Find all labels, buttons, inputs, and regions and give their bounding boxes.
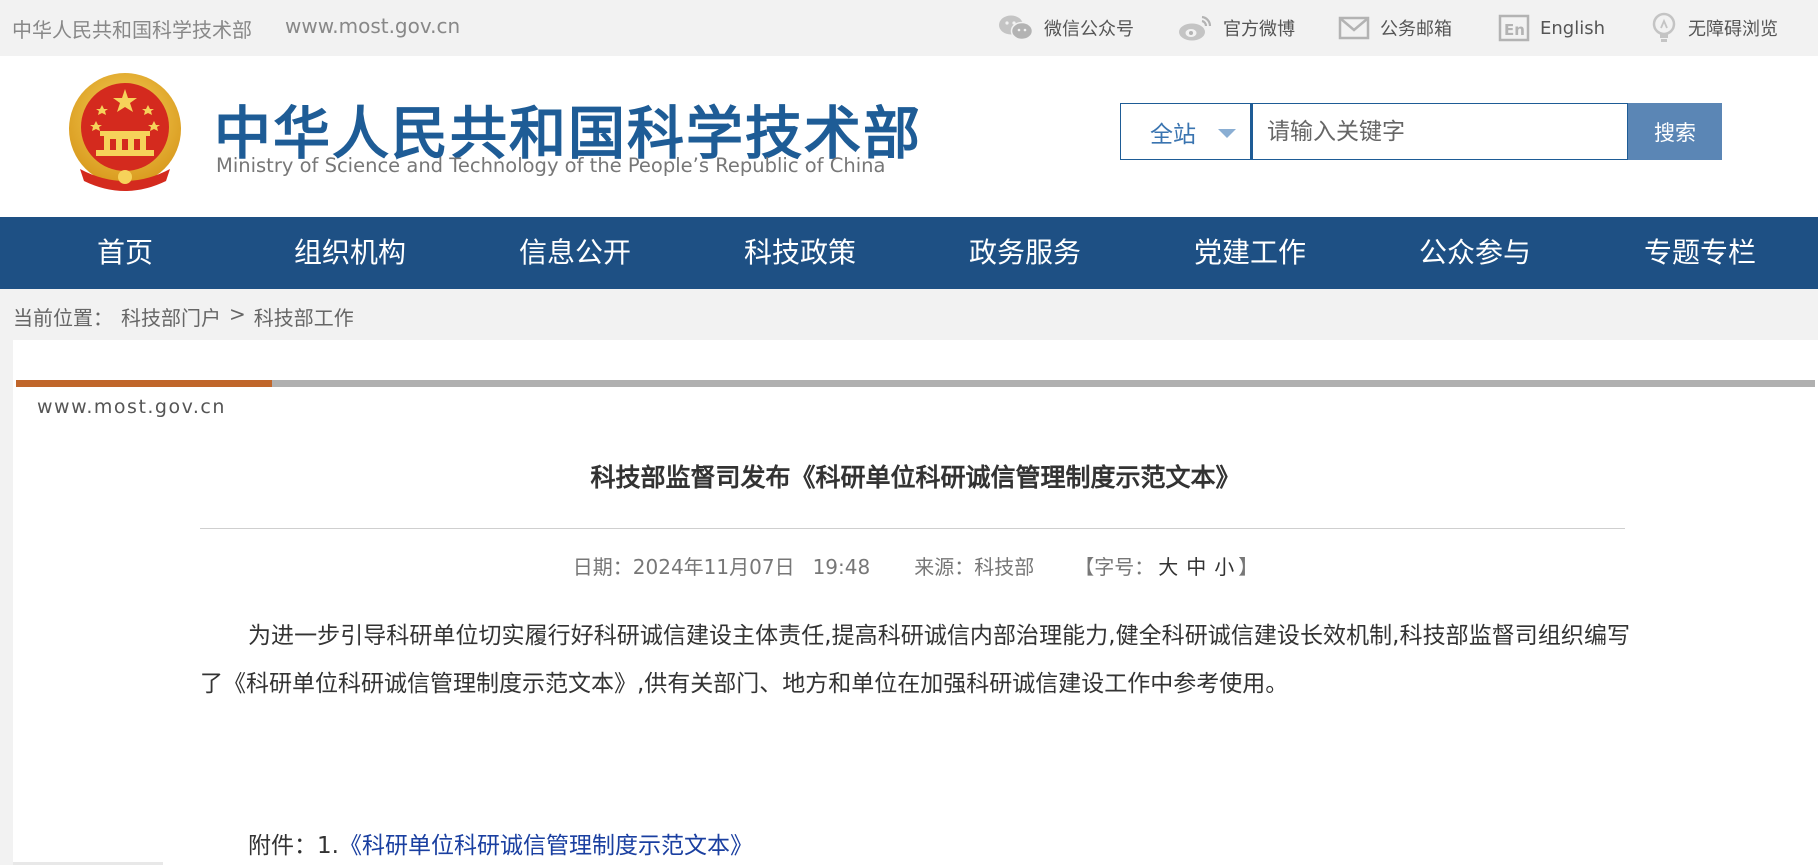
top-site-url: www.most.gov.cn <box>285 14 461 38</box>
source-label: 来源： <box>914 555 975 579</box>
attachment-label: 附件：1. <box>248 833 339 859</box>
time-value: 19:48 <box>812 555 871 579</box>
main-nav: 首页 组织机构 信息公开 科技政策 政务服务 党建工作 公众参与 专题专栏 <box>0 217 1818 289</box>
mail-link[interactable]: 公务邮箱 <box>1338 12 1452 44</box>
attachment-link[interactable]: 《科研单位科研诚信管理制度示范文本》 <box>339 833 753 859</box>
attachment: 附件：1.《科研单位科研诚信管理制度示范文本》 <box>248 826 753 860</box>
weibo-label: 官方微博 <box>1223 19 1295 40</box>
font-size-medium-button[interactable]: 中 <box>1186 551 1206 580</box>
weibo-icon <box>1179 15 1212 41</box>
date-label: 日期： <box>572 555 633 579</box>
nav-item-public-participation[interactable]: 公众参与 <box>1419 217 1531 289</box>
date-value: 2024年11月07日 <box>632 555 795 579</box>
nav-item-special-topics[interactable]: 专题专栏 <box>1644 217 1756 289</box>
accessibility-link[interactable]: 无障碍浏览 <box>1650 12 1778 44</box>
site-subtitle: Ministry of Science and Technology of th… <box>216 154 886 177</box>
breadcrumb-item-portal[interactable]: 科技部门户 <box>121 302 221 330</box>
wechat-link[interactable]: 微信公众号 <box>998 12 1134 44</box>
breadcrumb-separator: > <box>229 302 246 326</box>
font-size-label: 【字号： <box>1074 555 1155 579</box>
wechat-label: 微信公众号 <box>1044 19 1134 40</box>
nav-item-party-building[interactable]: 党建工作 <box>1194 217 1306 289</box>
breadcrumb: 当前位置： 科技部门户 > 科技部工作 <box>13 302 354 330</box>
nav-item-info-disclosure[interactable]: 信息公开 <box>519 217 631 289</box>
font-size-large-button[interactable]: 大 <box>1158 551 1178 580</box>
article-body: 为进一步引导科研单位切实履行好科研诚信建设主体责任,提高科研诚信内部治理能力,健… <box>200 623 1630 697</box>
nav-item-home[interactable]: 首页 <box>97 217 153 289</box>
article-title: 科技部监督司发布《科研单位科研诚信管理制度示范文本》 <box>590 463 1241 492</box>
source-value: 科技部 <box>974 555 1035 579</box>
article-meta: 日期： 2024年11月07日 19:48 来源： 科技部 【字号： 大 中 小… <box>13 551 1818 580</box>
english-link[interactable]: En English <box>1498 12 1605 44</box>
breadcrumb-item-work[interactable]: 科技部工作 <box>254 302 354 330</box>
english-label: English <box>1540 17 1605 39</box>
english-icon: En <box>1498 14 1530 42</box>
accessibility-icon <box>1652 12 1676 42</box>
top-site-name: 中华人民共和国科学技术部 <box>12 18 252 42</box>
accessibility-label: 无障碍浏览 <box>1688 19 1778 40</box>
font-size-close: 】 <box>1238 555 1259 579</box>
wechat-icon <box>999 15 1034 41</box>
site-header: 中华人民共和国科学技术部 Ministry of Science and Tec… <box>0 56 1818 217</box>
mail-label: 公务邮箱 <box>1380 19 1452 40</box>
header-rule <box>272 380 1815 387</box>
nav-item-organization[interactable]: 组织机构 <box>294 217 406 289</box>
article-panel: www.most.gov.cn 科技部监督司发布《科研单位科研诚信管理制度示范文… <box>13 340 1818 865</box>
weibo-link[interactable]: 官方微博 <box>1177 12 1295 44</box>
nav-item-policy[interactable]: 科技政策 <box>744 217 856 289</box>
svg-text:En: En <box>1504 21 1525 39</box>
search-input[interactable] <box>1251 103 1628 160</box>
search-button[interactable]: 搜索 <box>1628 103 1722 160</box>
top-utility-bar: 中华人民共和国科学技术部 www.most.gov.cn 微信公众号 官方微博 … <box>0 0 1818 56</box>
chevron-down-icon <box>1218 129 1236 138</box>
header-rule-accent <box>16 380 272 387</box>
title-divider <box>200 528 1625 529</box>
font-size-small-button[interactable]: 小 <box>1214 551 1234 580</box>
mail-icon <box>1338 16 1370 40</box>
search-scope-select[interactable]: 全站 <box>1120 103 1251 160</box>
search-scope-value: 全站 <box>1150 121 1196 148</box>
watermark-url: www.most.gov.cn <box>37 396 226 418</box>
nav-item-services[interactable]: 政务服务 <box>969 217 1081 289</box>
national-emblem-icon[interactable] <box>66 69 184 197</box>
breadcrumb-label: 当前位置： <box>13 306 113 330</box>
